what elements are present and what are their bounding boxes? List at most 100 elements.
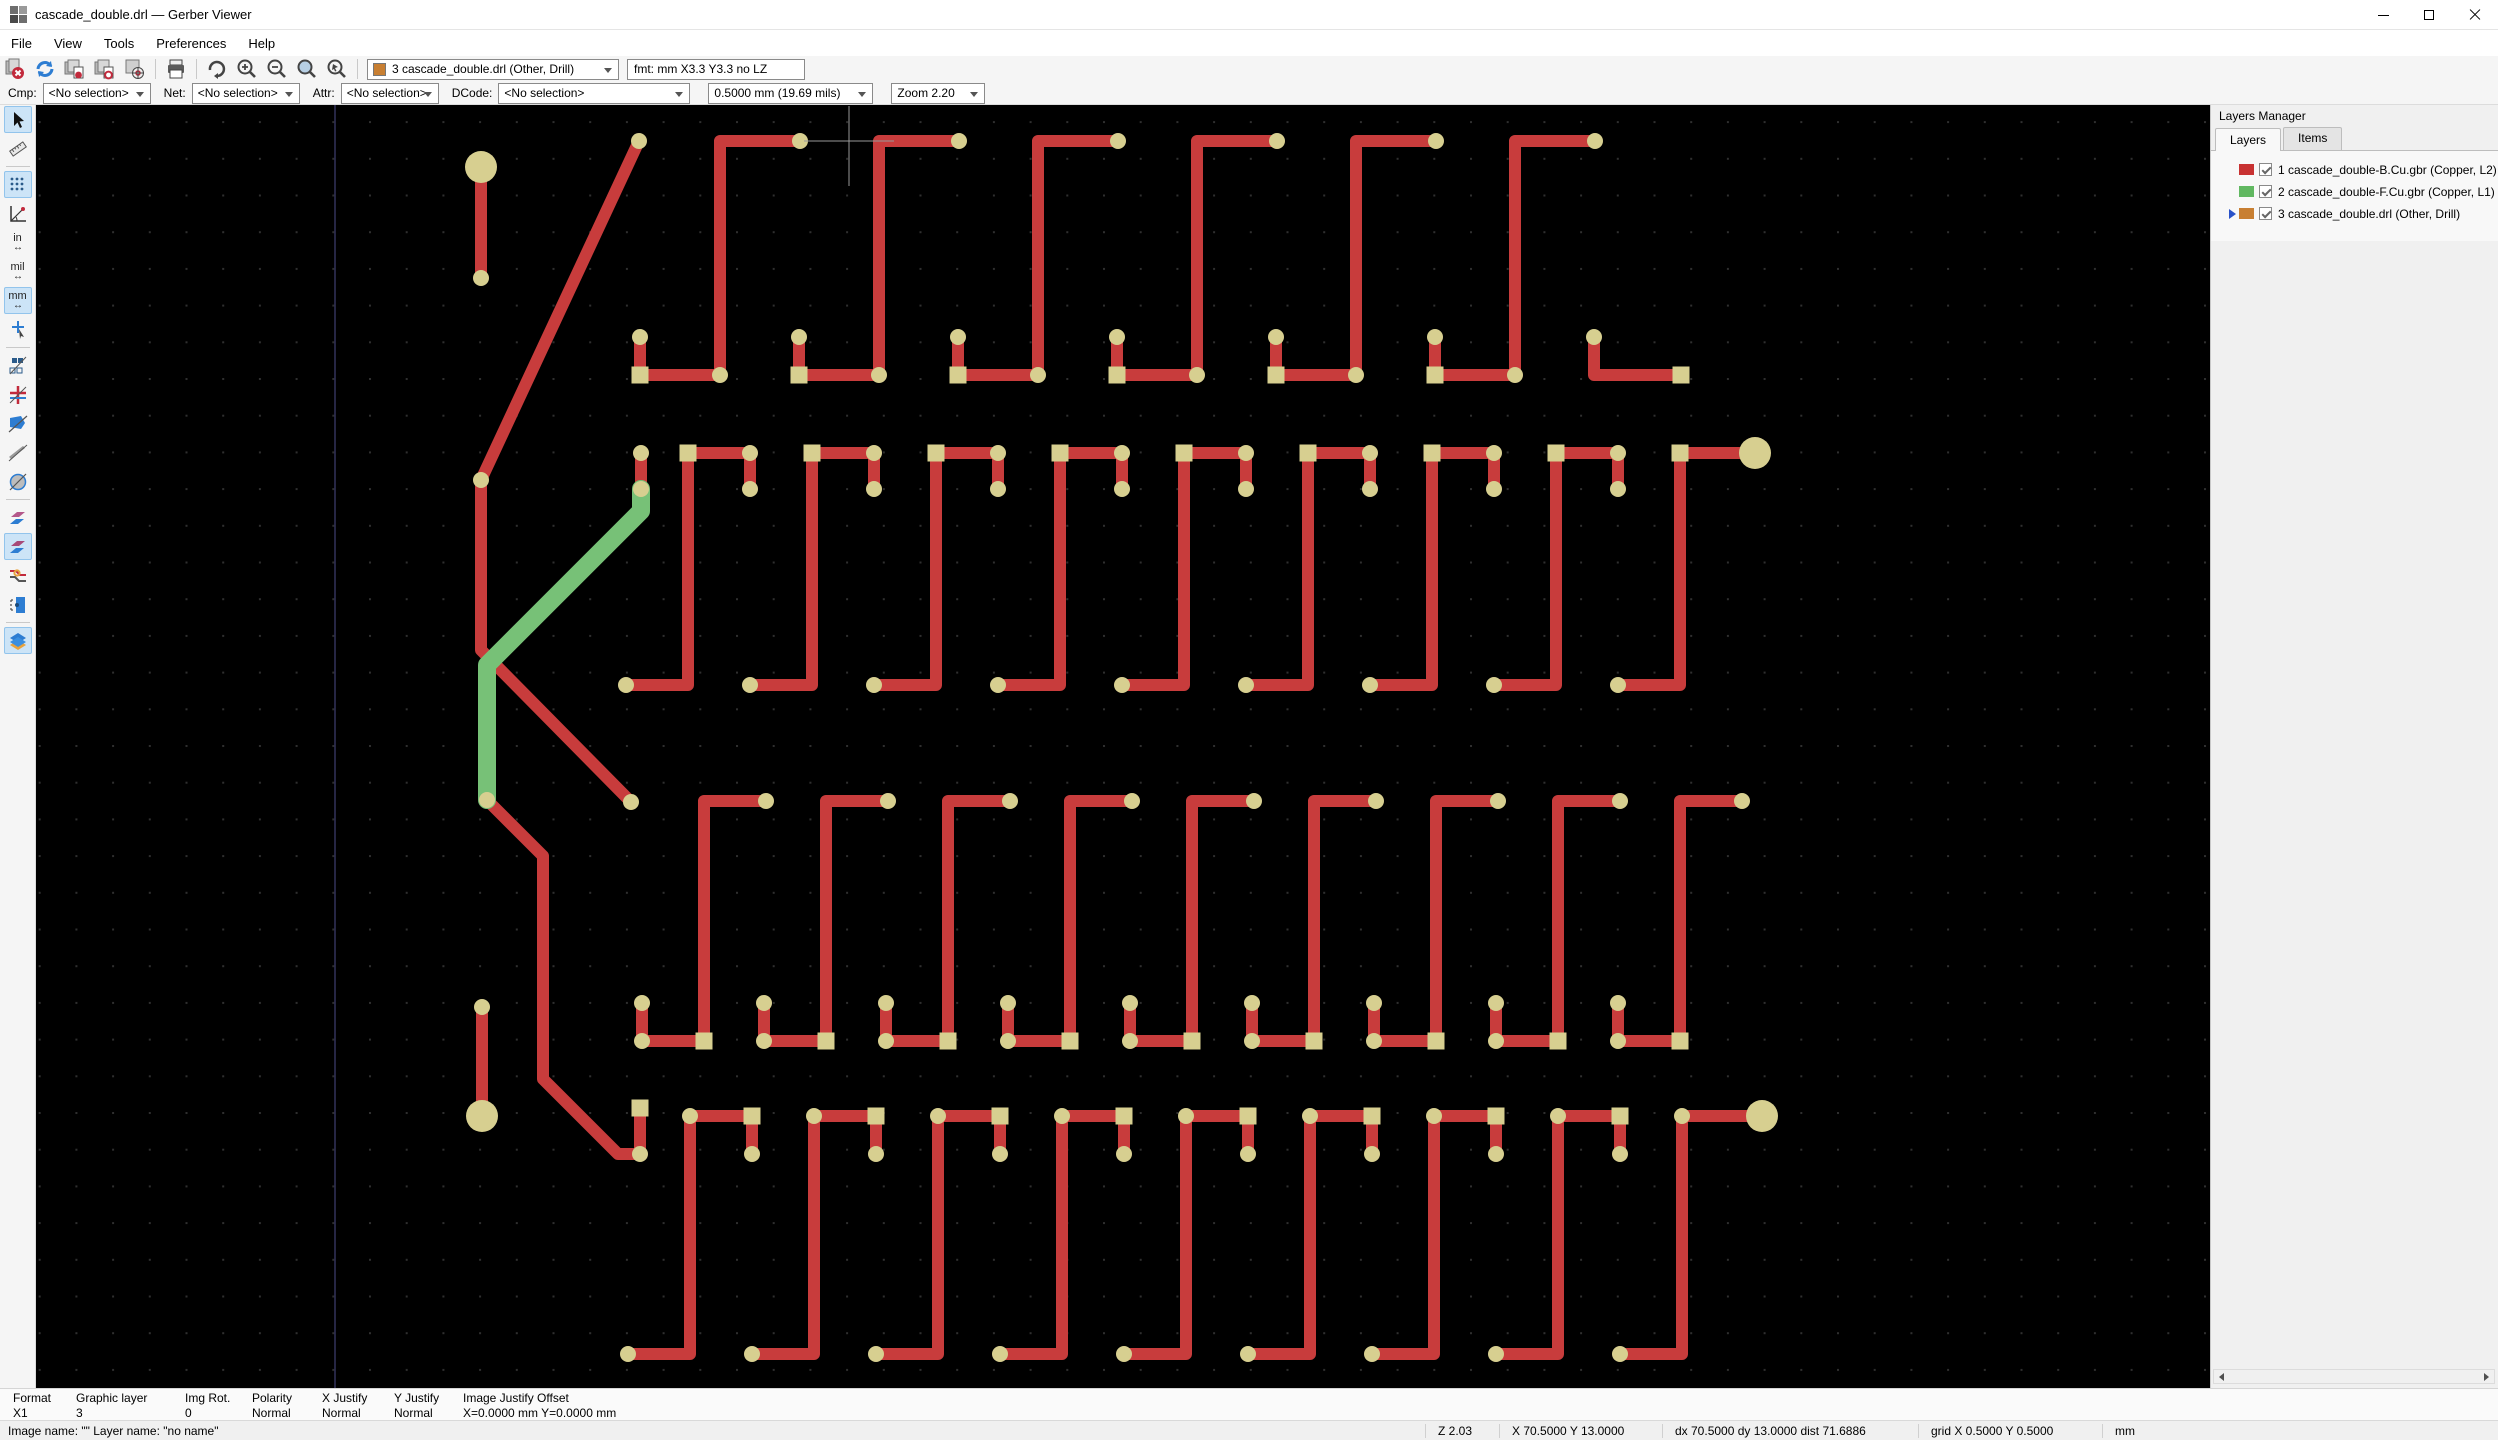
menu-help[interactable]: Help <box>237 30 286 56</box>
selection-toolbar: Cmp: <No selection> Net: <No selection> … <box>0 82 2498 105</box>
normal-mode-icon <box>9 540 25 553</box>
diff-mode-button[interactable] <box>4 504 32 531</box>
measure-extract-button[interactable] <box>4 591 32 618</box>
dcode-numbers-button[interactable] <box>4 468 32 495</box>
units-inches-button[interactable]: in ↔ <box>4 229 32 256</box>
refresh-view-button[interactable] <box>202 57 232 81</box>
layer-visibility-checkbox[interactable] <box>2259 207 2272 220</box>
layer-row[interactable]: 1 cascade_double-B.Cu.gbr (Copper, L2) <box>2225 160 2498 179</box>
format-info-box: fmt: mm X3.3 Y3.3 no LZ <box>627 58 805 80</box>
units-mils-button[interactable]: mil ↔ <box>4 258 32 285</box>
clear-all-layers-button[interactable] <box>0 57 30 81</box>
units-mm-button[interactable]: mm ↔ <box>3 287 32 314</box>
layer-color-swatch[interactable] <box>2239 186 2254 197</box>
measure-tool-icon <box>8 140 27 157</box>
info-value: X=0.0000 mm Y=0.0000 mm <box>463 1406 617 1420</box>
info-label: Format <box>13 1391 52 1405</box>
attr-label: Attr: <box>312 86 335 100</box>
net-select[interactable]: <No selection> <box>191 82 300 104</box>
zoom-fit-icon <box>297 59 316 78</box>
open-drill-file-icon <box>94 59 114 80</box>
measure-tool-button[interactable] <box>4 135 32 162</box>
layer-label[interactable]: 1 cascade_double-B.Cu.gbr (Copper, L2) <box>2278 163 2497 177</box>
scroll-left-icon[interactable] <box>2219 1372 2224 1381</box>
net-label: Net: <box>163 86 186 100</box>
toolbar-separator <box>5 499 30 500</box>
format-info-value: fmt: mm X3.3 Y3.3 no LZ <box>634 62 768 76</box>
negative-objects-button[interactable] <box>4 381 32 408</box>
polar-coords-button[interactable] <box>4 200 32 227</box>
select-tool-button[interactable] <box>3 106 32 133</box>
grid-select[interactable]: 0.5000 mm (19.69 mils) <box>708 82 874 104</box>
refresh-view-icon <box>208 60 226 79</box>
toolbar-separator <box>155 59 156 79</box>
open-zip-archive-icon <box>125 59 144 79</box>
toolbar-separator <box>357 59 358 79</box>
layers-manager-title: Layers Manager <box>2211 105 2498 127</box>
layer-row[interactable]: 2 cascade_double-F.Cu.gbr (Copper, L1) <box>2225 182 2498 201</box>
open-gerber-file-button[interactable] <box>60 57 90 81</box>
menu-tools[interactable]: Tools <box>93 30 145 56</box>
open-gerber-file-icon <box>64 59 84 79</box>
tab-layers[interactable]: Layers <box>2215 128 2282 151</box>
dcode-select[interactable]: <No selection> <box>498 82 691 104</box>
print-button[interactable] <box>161 57 191 81</box>
gerber-canvas[interactable] <box>36 105 2210 1388</box>
zoom-out-icon <box>267 59 286 78</box>
minimize-button[interactable] <box>2360 0 2406 30</box>
active-layer-select[interactable]: 3 cascade_double.drl (Other, Drill) <box>367 58 619 80</box>
polar-coords-icon <box>9 205 26 222</box>
toolbar-separator <box>5 347 30 348</box>
cursor-shape-icon <box>11 320 24 339</box>
layer-row[interactable]: 3 cascade_double.drl (Other, Drill) <box>2225 204 2498 223</box>
open-drill-file-button[interactable] <box>90 57 120 81</box>
units-inches-icon: in ↔ <box>13 231 23 253</box>
layer-visibility-checkbox[interactable] <box>2259 163 2272 176</box>
layer-label[interactable]: 2 cascade_double-F.Cu.gbr (Copper, L1) <box>2278 185 2495 199</box>
highlight-nets-button[interactable] <box>4 562 32 589</box>
clear-all-layers-icon <box>5 58 24 79</box>
active-layer-swatch <box>373 62 386 76</box>
open-zip-archive-button[interactable] <box>120 57 150 81</box>
menu-view[interactable]: View <box>43 30 93 56</box>
chevron-down-icon <box>423 91 432 97</box>
main-toolbar: 3 cascade_double.drl (Other, Drill) fmt:… <box>0 56 2498 82</box>
close-button[interactable] <box>2452 0 2498 30</box>
zoom-select[interactable]: Zoom 2.20 <box>891 82 986 104</box>
layer-color-swatch[interactable] <box>2239 164 2254 175</box>
zoom-selection-button[interactable] <box>322 57 352 81</box>
zoom-fit-button[interactable] <box>292 57 322 81</box>
layer-label[interactable]: 3 cascade_double.drl (Other, Drill) <box>2278 207 2460 221</box>
maximize-button[interactable] <box>2406 0 2452 30</box>
attr-select[interactable]: <No selection> <box>340 82 439 104</box>
sketch-lines-button[interactable] <box>4 439 32 466</box>
scroll-right-icon[interactable] <box>2484 1372 2489 1381</box>
tab-items[interactable]: Items <box>2283 127 2343 150</box>
status-relative-position: dx 70.5000 dy 13.0000 dist 71.6886 <box>1662 1424 1918 1438</box>
grid-toggle-button[interactable] <box>3 171 32 198</box>
cmp-select[interactable]: <No selection> <box>42 82 151 104</box>
maximize-icon <box>2424 10 2434 20</box>
window-title: cascade_double.drl — Gerber Viewer <box>35 7 252 22</box>
layers-panel-hscrollbar[interactable] <box>2213 1369 2495 1384</box>
select-tool-icon <box>13 111 24 128</box>
print-icon <box>168 59 184 79</box>
info-label: Y Justify <box>394 1391 440 1405</box>
reload-all-layers-button[interactable] <box>30 57 60 81</box>
cursor-shape-button[interactable] <box>4 316 32 343</box>
layers-manager-toggle-button[interactable] <box>3 627 32 654</box>
info-label: Graphic layer <box>76 1391 148 1405</box>
status-units: mm <box>2102 1424 2173 1438</box>
menu-file[interactable]: File <box>0 30 43 56</box>
status-zoom: Z 2.03 <box>1425 1424 1499 1438</box>
chevron-down-icon <box>675 91 684 97</box>
zoom-out-button[interactable] <box>262 57 292 81</box>
sketch-flashed-items-button[interactable] <box>4 352 32 379</box>
sketch-polygons-button[interactable] <box>4 410 32 437</box>
info-label: Img Rot. <box>185 1391 231 1405</box>
zoom-in-button[interactable] <box>232 57 262 81</box>
menu-preferences[interactable]: Preferences <box>145 30 237 56</box>
normal-mode-button[interactable] <box>3 533 32 560</box>
layer-color-swatch[interactable] <box>2239 208 2254 219</box>
layer-visibility-checkbox[interactable] <box>2259 185 2272 198</box>
